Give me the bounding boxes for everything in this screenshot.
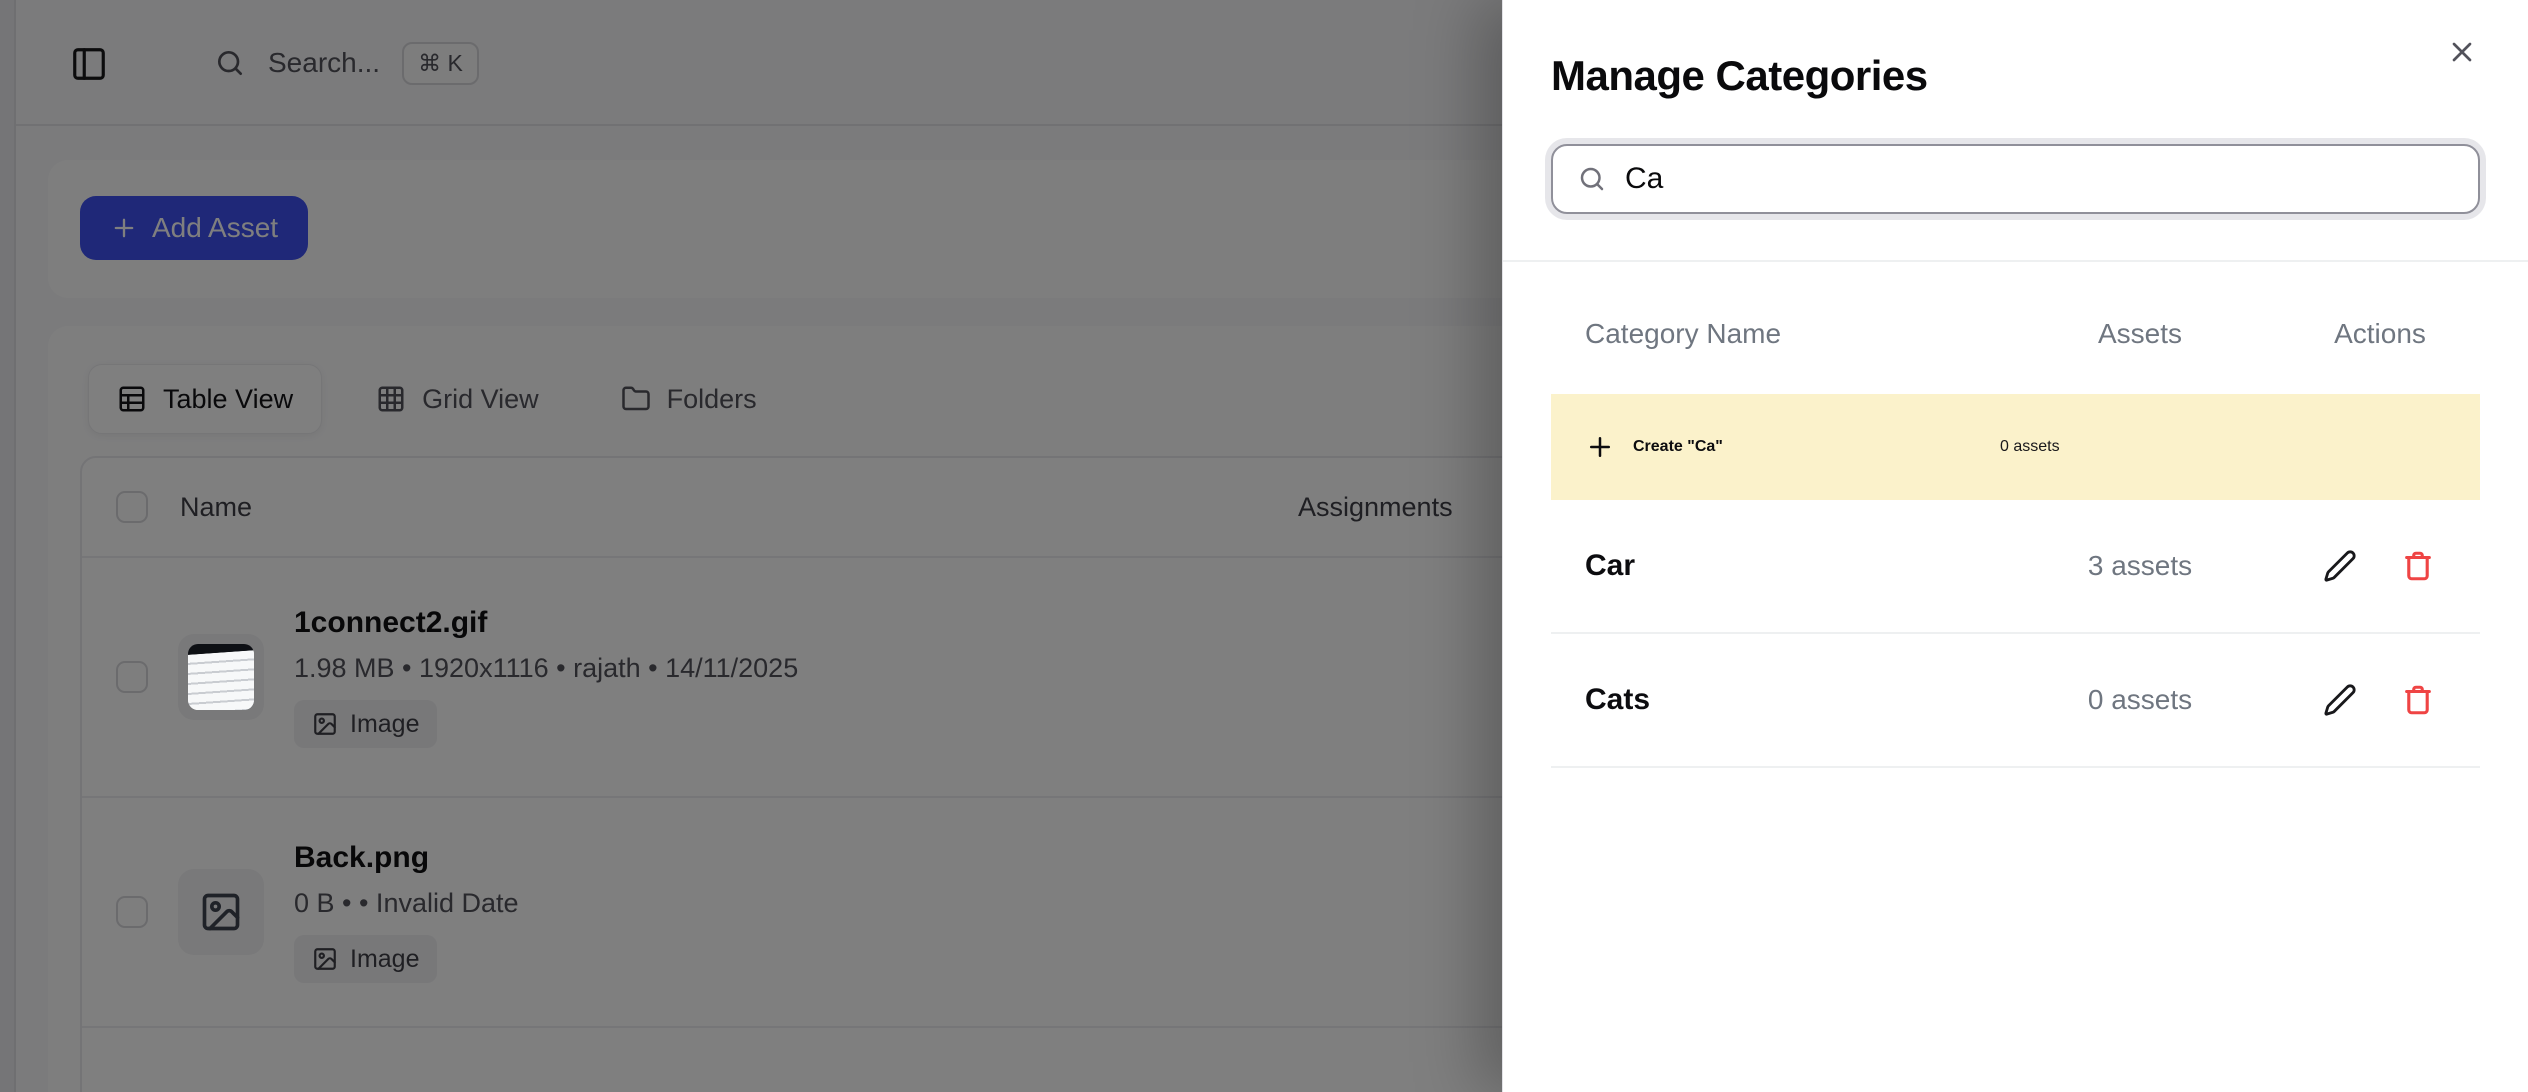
create-category-label: Create "Ca" xyxy=(1633,438,1723,456)
plus-icon xyxy=(1585,432,1615,462)
search-icon xyxy=(1577,164,1607,194)
pencil-icon xyxy=(2323,549,2359,583)
edit-category-button[interactable] xyxy=(2323,682,2359,718)
close-icon xyxy=(2446,36,2486,68)
manage-categories-modal: Manage Categories Category Name Assets A… xyxy=(1502,0,2528,1092)
category-row: Cats 0 assets xyxy=(1551,634,2480,766)
pencil-icon xyxy=(2323,683,2359,717)
column-assets: Assets xyxy=(2000,318,2280,350)
category-assets-count: 0 assets xyxy=(2000,684,2280,716)
category-table-header: Category Name Assets Actions xyxy=(1551,262,2480,394)
column-actions: Actions xyxy=(2280,318,2480,350)
modal-title: Manage Categories xyxy=(1551,52,2480,100)
category-search-input[interactable] xyxy=(1625,162,2454,196)
create-category-row[interactable]: Create "Ca" 0 assets xyxy=(1551,394,2480,500)
category-search-box xyxy=(1551,144,2480,214)
delete-category-button[interactable] xyxy=(2401,548,2437,584)
category-assets-count: 3 assets xyxy=(2000,550,2280,582)
column-category-name: Category Name xyxy=(1551,318,2000,350)
thumbnail-preview xyxy=(188,644,254,710)
divider xyxy=(1551,766,2480,768)
trash-icon xyxy=(2401,683,2437,717)
category-name: Cats xyxy=(1551,683,2000,717)
trash-icon xyxy=(2401,549,2437,583)
category-row: Car 3 assets xyxy=(1551,500,2480,632)
category-name: Car xyxy=(1551,549,2000,583)
close-button[interactable] xyxy=(2446,32,2486,72)
edit-category-button[interactable] xyxy=(2323,548,2359,584)
create-category-assets-count: 0 assets xyxy=(2000,438,2280,456)
delete-category-button[interactable] xyxy=(2401,682,2437,718)
